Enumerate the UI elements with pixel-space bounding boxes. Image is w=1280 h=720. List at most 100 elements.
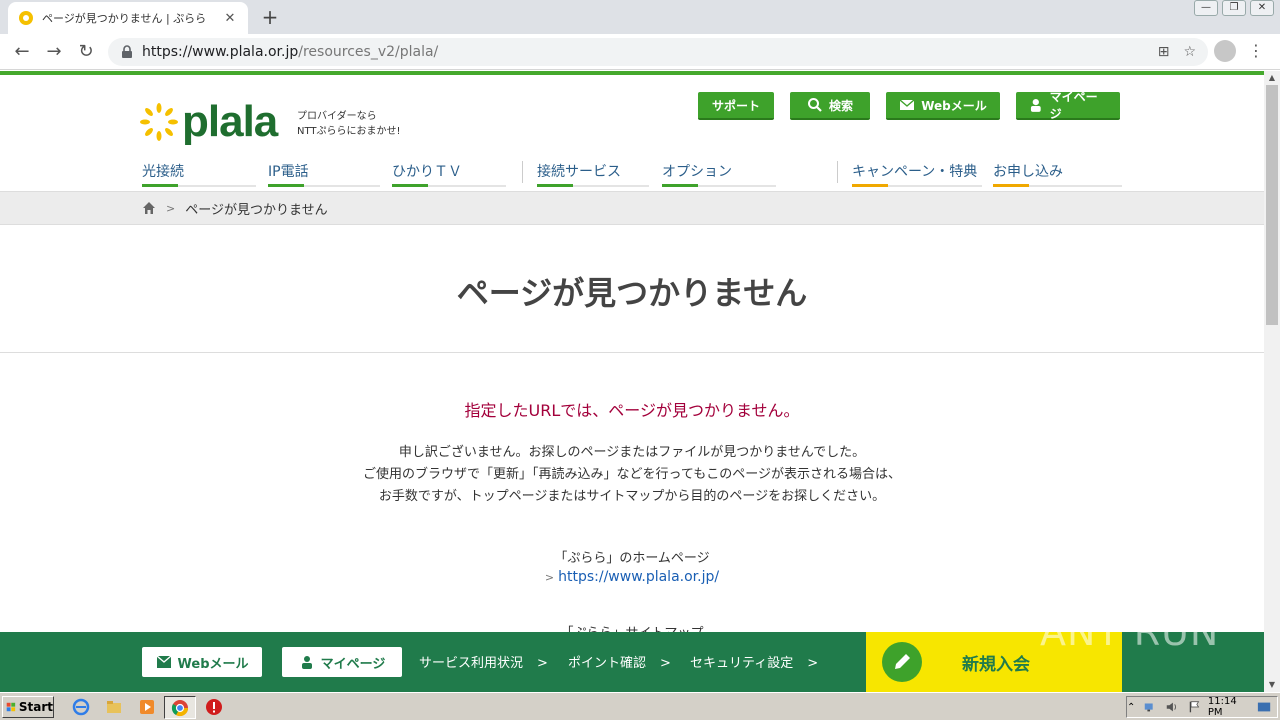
footer-link-points[interactable]: ポイント確認 > <box>568 652 671 671</box>
home-icon[interactable] <box>142 201 156 215</box>
nav-item-option[interactable]: オプション <box>662 161 776 187</box>
plala-logo[interactable]: plala <box>140 97 278 147</box>
message-line-1: 申し訳ございません。お探しのページまたはファイルが見つかりませんでした。 <box>398 445 866 460</box>
nav-item-campaign[interactable]: キャンペーン・特典 <box>852 161 982 187</box>
volume-icon[interactable] <box>1165 700 1179 714</box>
scrollbar-thumb[interactable] <box>1266 85 1278 325</box>
error-heading: 指定したURLでは、ページが見つかりません。 <box>464 401 800 420</box>
close-window-button[interactable]: ✕ <box>1250 0 1274 16</box>
footer-link-security[interactable]: セキュリティ設定 > <box>690 652 818 671</box>
nav-item-apply[interactable]: お申し込み <box>993 161 1122 187</box>
breadcrumb-separator: > <box>166 201 176 215</box>
plala-favicon-icon <box>19 11 33 25</box>
anyrun-watermark: ANY RUN <box>1040 610 1220 654</box>
back-button[interactable]: ← <box>10 40 34 64</box>
chevron-right-icon: > <box>807 656 819 671</box>
tagline: プロバイダーなら NTTぷららにおまかせ! <box>297 109 401 139</box>
error-message: 申し訳ございません。お探しのページまたはファイルが見つかりませんでした。 ご使用… <box>0 442 1264 508</box>
translate-icon[interactable]: ⊞ <box>1158 44 1170 60</box>
windows-taskbar: Start ⌃ 11:14 PM <box>0 692 1280 720</box>
support-label: サポート <box>711 98 760 113</box>
browser-tab-strip: ページが見つかりません | ぷらら ✕ + — ❐ ✕ <box>0 0 1280 34</box>
footer-mypage-label: マイページ <box>320 656 386 672</box>
message-line-2: ご使用のブラウザで「更新」「再読み込み」などを行ってもこのページが表示される場合… <box>363 467 901 482</box>
webmail-button[interactable]: Webメール <box>886 92 1000 120</box>
minimize-button[interactable]: — <box>1194 0 1218 16</box>
mypage-button[interactable]: マイページ <box>1016 90 1120 121</box>
logo-wordmark: plala <box>182 97 278 146</box>
start-label: Start <box>18 700 53 714</box>
home-link-label: 「ぷらら」のホームページ <box>554 551 710 566</box>
breadcrumb-current: ページが見つかりません <box>185 202 328 218</box>
home-link-url[interactable]: https://www.plala.or.jp/ <box>558 569 719 585</box>
start-button[interactable]: Start <box>2 696 54 718</box>
chevron-right-icon: > <box>544 571 555 584</box>
page-content: plala プロバイダーなら NTTぷららにおまかせ! サポート 検索 Webメ… <box>0 75 1264 632</box>
page-scrollbar[interactable]: ▲ ▼ <box>1264 71 1280 692</box>
tagline-line-1: プロバイダーなら <box>297 111 377 122</box>
scroll-up-arrow-icon[interactable]: ▲ <box>1264 71 1280 85</box>
nav-divider <box>522 161 523 183</box>
browser-menu-icon[interactable]: ⋮ <box>1248 40 1264 62</box>
lock-icon <box>122 45 132 58</box>
home-link[interactable]: > https://www.plala.or.jp/ <box>0 569 1264 585</box>
support-button[interactable]: サポート <box>698 92 774 120</box>
search-label: 検索 <box>828 98 853 113</box>
search-icon <box>807 98 822 112</box>
footer-mypage-button[interactable]: マイページ <box>282 647 402 677</box>
show-desktop-icon[interactable] <box>1257 700 1271 714</box>
mypage-label: マイページ <box>1049 90 1098 121</box>
windows-flag-icon <box>6 702 16 712</box>
profile-avatar[interactable] <box>1214 40 1236 62</box>
title-divider <box>0 352 1264 353</box>
header-buttons: サポート 検索 Webメール マイページ <box>698 90 1120 121</box>
tab-title: ページが見つかりません | ぷらら <box>42 12 207 25</box>
new-tab-button[interactable]: + <box>258 5 282 29</box>
global-nav: 光接続 IP電話 ひかりＴＶ 接続サービス オプション キャンペーン・特典 お申… <box>142 161 1122 187</box>
window-controls: — ❐ ✕ <box>1194 0 1274 16</box>
bookmark-star-icon[interactable]: ☆ <box>1183 44 1196 60</box>
nav-divider <box>837 161 838 183</box>
sunflower-logo-icon <box>140 103 178 141</box>
scroll-down-arrow-icon[interactable]: ▼ <box>1264 678 1280 692</box>
page-title: ページが見つかりません <box>456 274 808 312</box>
url-path: /resources_v2/plala/ <box>298 44 439 60</box>
footer-webmail-label: Webメール <box>177 656 249 672</box>
internet-explorer-icon[interactable] <box>72 698 90 716</box>
tagline-line-2: NTTぷららにおまかせ! <box>297 126 401 137</box>
chevron-right-icon: > <box>537 656 548 671</box>
nav-item-hikari-tv[interactable]: ひかりＴＶ <box>392 161 506 187</box>
network-icon[interactable] <box>1143 700 1157 714</box>
tray-expand-icon[interactable]: ⌃ <box>1127 702 1135 713</box>
message-line-3: お手数ですが、トップページまたはサイトマップから目的のページをお探しください。 <box>378 489 886 504</box>
taskbar-chrome-button[interactable] <box>164 696 196 719</box>
forward-button[interactable]: → <box>42 40 66 64</box>
browser-tab[interactable]: ページが見つかりません | ぷらら ✕ <box>8 2 248 34</box>
clock[interactable]: 11:14 PM <box>1208 696 1249 718</box>
chrome-icon <box>171 700 189 717</box>
new-signup-label: 新規入会 <box>962 655 1030 675</box>
file-explorer-icon[interactable] <box>105 698 123 716</box>
stop-icon[interactable] <box>205 698 223 716</box>
user-icon <box>301 656 312 669</box>
url-host: https://www.plala.or.jp <box>142 44 299 60</box>
address-bar[interactable]: https://www.plala.or.jp/resources_v2/pla… <box>108 38 1208 66</box>
nav-item-hikari[interactable]: 光接続 <box>142 161 256 187</box>
user-icon <box>1030 98 1041 112</box>
reload-button[interactable]: ↻ <box>74 40 98 64</box>
browser-toolbar: ← → ↻ https://www.plala.or.jp/resources_… <box>0 34 1280 70</box>
media-player-icon[interactable] <box>138 698 156 716</box>
tab-close-icon[interactable]: ✕ <box>222 11 238 26</box>
nav-item-ip-phone[interactable]: IP電話 <box>268 161 380 187</box>
search-button[interactable]: 検索 <box>790 92 870 120</box>
mail-icon <box>156 655 171 668</box>
pencil-icon <box>882 642 922 682</box>
footer-webmail-button[interactable]: Webメール <box>142 647 262 677</box>
nav-item-connection-service[interactable]: 接続サービス <box>537 161 649 187</box>
webmail-label: Webメール <box>921 98 987 113</box>
maximize-button[interactable]: ❐ <box>1222 0 1246 16</box>
chevron-right-icon: > <box>660 656 671 671</box>
action-center-flag-icon[interactable] <box>1188 700 1200 714</box>
footer-link-usage[interactable]: サービス利用状況 > <box>419 652 548 671</box>
mail-icon <box>899 99 915 110</box>
